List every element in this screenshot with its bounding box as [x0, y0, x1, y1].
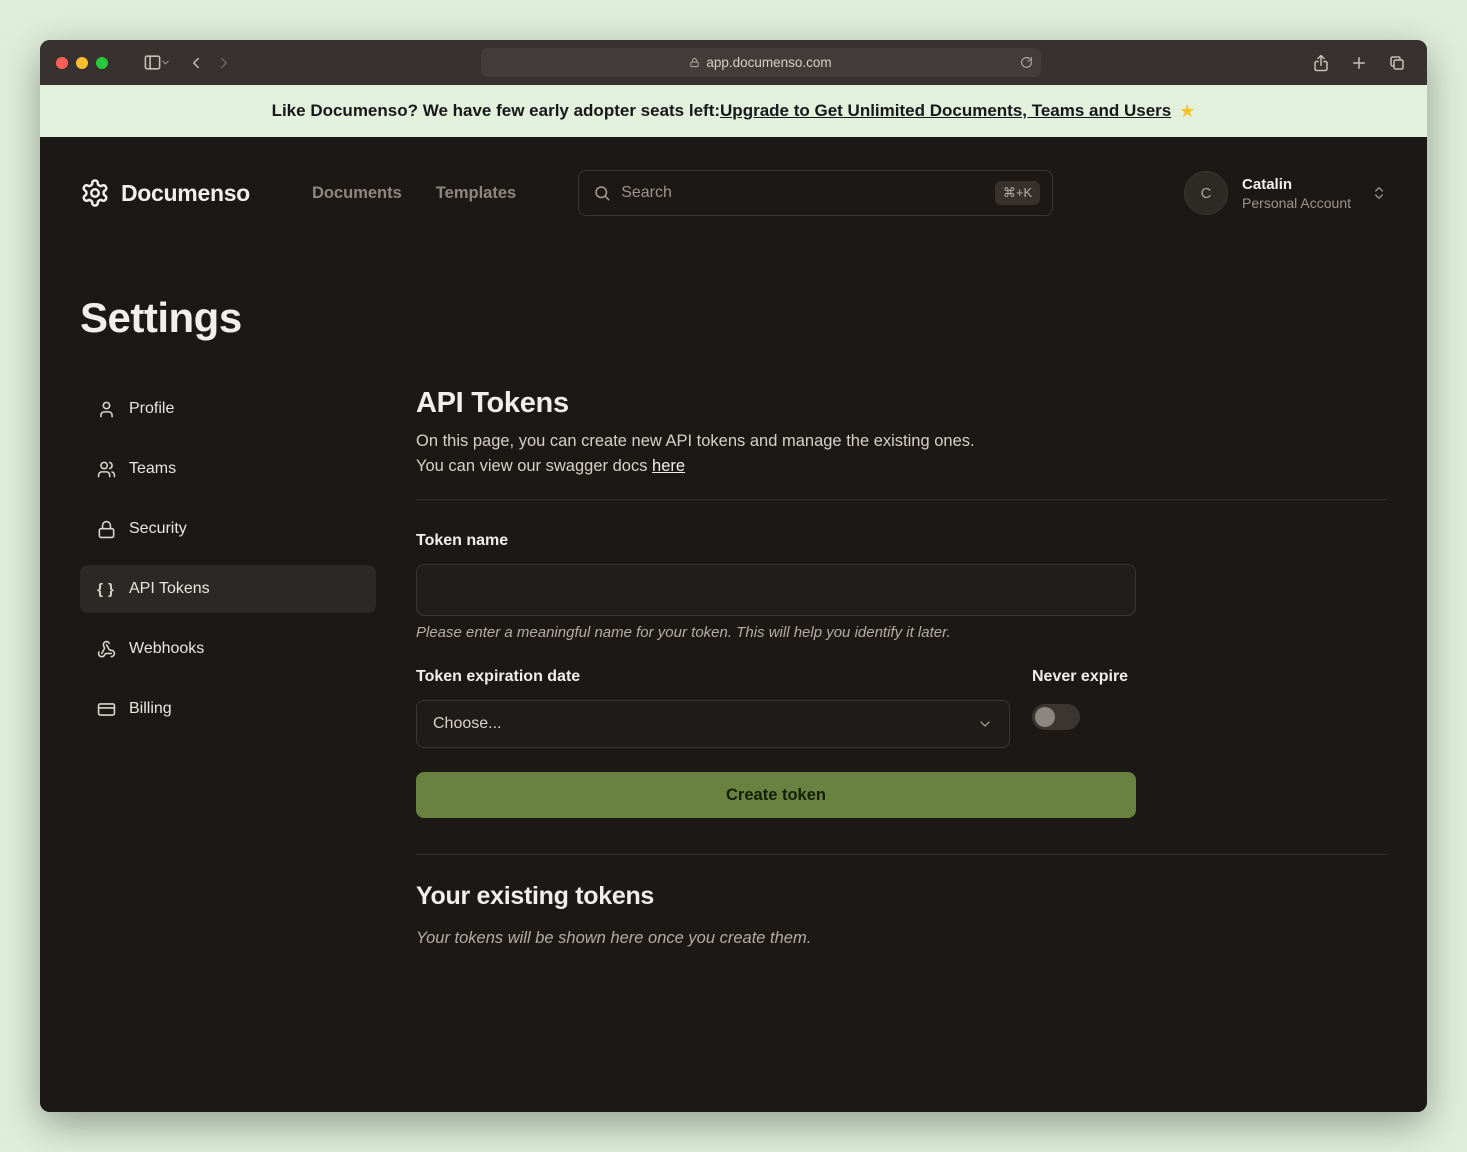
- search-shortcut-badge: ⌘+K: [995, 181, 1040, 205]
- expiration-selected-value: Choose...: [433, 715, 501, 733]
- toggle-knob: [1035, 707, 1055, 727]
- promo-text: Like Documenso? We have few early adopte…: [272, 101, 720, 121]
- settings-layout: Profile Teams Security { } API Token: [40, 343, 1427, 948]
- expiration-row: Token expiration date Choose... Never ex…: [416, 668, 1387, 748]
- forward-button[interactable]: [210, 49, 238, 77]
- token-name-hint: Please enter a meaningful name for your …: [416, 624, 1387, 642]
- expiration-select[interactable]: Choose...: [416, 700, 1010, 748]
- brand-logo[interactable]: Documenso: [80, 178, 250, 208]
- account-type: Personal Account: [1242, 195, 1351, 211]
- sidebar-item-teams[interactable]: Teams: [80, 445, 376, 493]
- browser-toolbar: app.documenso.com: [40, 40, 1427, 85]
- minimize-window-button[interactable]: [76, 57, 88, 69]
- description-line-1: On this page, you can create new API tok…: [416, 432, 975, 450]
- share-icon[interactable]: [1307, 49, 1335, 77]
- sidebar-item-label: Teams: [129, 460, 176, 478]
- sidebar-item-label: Profile: [129, 400, 174, 418]
- api-tokens-panel: API Tokens On this page, you can create …: [416, 385, 1387, 948]
- section-heading: API Tokens: [416, 385, 1387, 421]
- sidebar-item-label: Billing: [129, 700, 172, 718]
- sidebar-item-api-tokens[interactable]: { } API Tokens: [80, 565, 376, 613]
- account-meta: Catalin Personal Account: [1242, 176, 1351, 211]
- search-input[interactable]: Search ⌘+K: [578, 170, 1053, 216]
- account-name: Catalin: [1242, 176, 1351, 193]
- user-icon: [96, 400, 116, 419]
- tab-overview-icon[interactable]: [1383, 49, 1411, 77]
- upgrade-link[interactable]: Upgrade to Get Unlimited Documents, Team…: [720, 101, 1171, 121]
- existing-tokens-heading: Your existing tokens: [416, 881, 1387, 911]
- section-description: On this page, you can create new API tok…: [416, 429, 1387, 479]
- webhook-icon: [96, 640, 116, 659]
- star-icon: ★: [1179, 101, 1195, 122]
- never-expire-label: Never expire: [1032, 668, 1128, 686]
- expiration-column: Token expiration date Choose...: [416, 668, 1010, 748]
- documenso-logo-icon: [80, 178, 110, 208]
- nav-templates[interactable]: Templates: [436, 184, 516, 203]
- swagger-docs-link[interactable]: here: [652, 457, 685, 475]
- token-name-label: Token name: [416, 532, 1387, 550]
- existing-tokens-empty-text: Your tokens will be shown here once you …: [416, 929, 1387, 948]
- create-token-button[interactable]: Create token: [416, 772, 1136, 818]
- sidebar-item-billing[interactable]: Billing: [80, 685, 376, 733]
- sidebar-item-label: Webhooks: [129, 640, 204, 658]
- reload-icon[interactable]: [1020, 56, 1033, 69]
- main-nav: Documents Templates: [312, 184, 516, 203]
- lock-icon: [689, 57, 700, 68]
- chevron-up-down-icon: [1371, 185, 1387, 201]
- sidebar-menu-chevron-icon[interactable]: [160, 57, 174, 68]
- sidebar-item-label: Security: [129, 520, 187, 538]
- close-window-button[interactable]: [56, 57, 68, 69]
- toolbar-right-actions: [1307, 49, 1411, 77]
- browser-window: app.documenso.com Like Documenso? We hav…: [40, 40, 1427, 1112]
- promo-banner: Like Documenso? We have few early adopte…: [40, 85, 1427, 137]
- brand-name: Documenso: [121, 180, 250, 207]
- chevron-down-icon: [977, 716, 993, 732]
- search-icon: [593, 184, 611, 202]
- token-name-input[interactable]: [416, 564, 1136, 616]
- settings-sidebar: Profile Teams Security { } API Token: [80, 385, 376, 745]
- avatar: C: [1184, 171, 1228, 215]
- new-tab-icon[interactable]: [1345, 49, 1373, 77]
- nav-documents[interactable]: Documents: [312, 184, 402, 203]
- description-line-2: You can view our swagger docs: [416, 457, 652, 475]
- sidebar-item-security[interactable]: Security: [80, 505, 376, 553]
- url-text: app.documenso.com: [706, 55, 831, 70]
- search-placeholder: Search: [621, 184, 672, 202]
- back-button[interactable]: [182, 49, 210, 77]
- lock-icon: [96, 520, 116, 539]
- never-expire-toggle[interactable]: [1032, 704, 1080, 730]
- users-icon: [96, 460, 116, 479]
- address-bar[interactable]: app.documenso.com: [481, 48, 1041, 77]
- sidebar-item-label: API Tokens: [129, 580, 210, 598]
- account-menu[interactable]: C Catalin Personal Account: [1184, 171, 1387, 215]
- page-title: Settings: [40, 249, 1427, 343]
- braces-icon: { }: [96, 581, 116, 598]
- traffic-lights: [56, 57, 108, 69]
- expiration-label: Token expiration date: [416, 668, 1010, 686]
- never-expire-column: Never expire: [1032, 668, 1128, 730]
- zoom-window-button[interactable]: [96, 57, 108, 69]
- sidebar-item-profile[interactable]: Profile: [80, 385, 376, 433]
- app-header: Documenso Documents Templates Search ⌘+K…: [40, 137, 1427, 249]
- divider: [416, 499, 1387, 500]
- sidebar-item-webhooks[interactable]: Webhooks: [80, 625, 376, 673]
- credit-card-icon: [96, 700, 116, 719]
- documenso-app: Documenso Documents Templates Search ⌘+K…: [40, 137, 1427, 1112]
- divider: [416, 854, 1387, 855]
